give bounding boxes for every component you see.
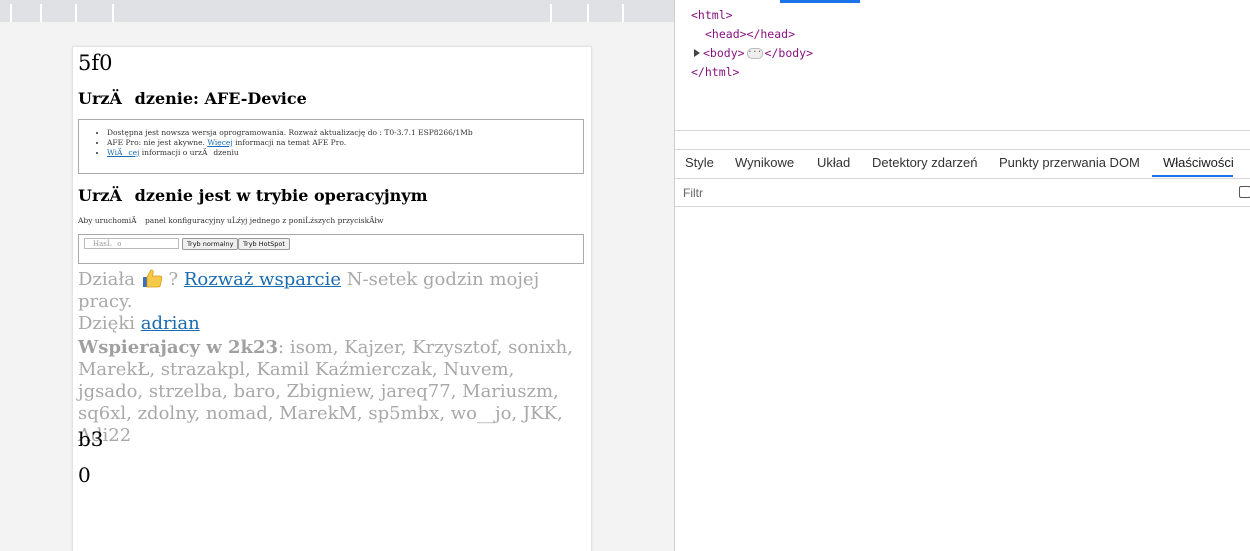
expand-arrow-icon[interactable] [694,49,700,57]
ruler-divider [587,4,589,22]
devtools-panel: <html> <head></head> <body> ··· </body> </… [674,0,1250,551]
support-pre: Działa [78,269,135,290]
device-more-link[interactable]: WiÄcej [107,148,139,157]
tab-style[interactable]: Style [685,155,714,170]
ruler-divider [622,4,624,22]
thumbs-up-icon [142,269,162,288]
dom-node-body[interactable]: <body> ··· </body> [691,44,813,63]
info-box: Dostępna jest nowsza wersja oprogramowan… [78,119,584,174]
dom-node-html[interactable]: <html> [691,6,813,25]
afe-pro-more-link[interactable]: Więcej [207,138,232,147]
active-panel-indicator [780,0,860,3]
thanks-text: Dzięki [78,313,141,334]
hotspot-mode-button[interactable]: Tryb HotSpot [238,238,290,250]
filter-input[interactable]: Filtr [683,186,703,200]
info-update-text: Dostępna jest nowsza wersja oprogramowan… [107,128,473,137]
password-input[interactable]: HasĹo [84,238,179,249]
bottom-text-1: b3 [78,427,104,451]
dom-tree: <html> <head></head> <body> ··· </body> </… [691,6,813,82]
ruler-divider [10,4,12,22]
mode-form: HasĹo Tryb normalny Tryb HotSpot [78,234,584,264]
checkbox-icon[interactable] [1239,186,1250,198]
bottom-text-2: 0 [78,463,91,487]
ruler-divider [75,4,77,22]
list-item: AFE Pro: nie jest akywne. Więcej informa… [107,138,583,148]
mode-heading: UrzÄ dzenie jest w trybie operacyjnym [78,186,428,205]
filter-bar: Filtr [675,179,1250,207]
tab-computed[interactable]: Wynikowe [735,155,794,170]
body-open-tag: <body> [703,46,745,60]
page-viewport: 5f0 UrzÄ dzenie: AFE-Device Dostępna jes… [0,0,674,551]
support-link[interactable]: Rozważ wsparcie [184,269,341,290]
dom-node-html-close[interactable]: </html> [691,63,813,82]
tab-properties[interactable]: Właściwości [1163,155,1234,170]
mode-hint: Aby uruchomiÄ panel konfiguracyjny uĹźy… [78,216,384,225]
list-item: WiÄcej informacji o urzÄ dzeniu [107,148,583,158]
support-mid: ? [168,269,184,290]
tab-layout[interactable]: Układ [817,155,850,170]
support-text: Działa ? Rozważ wsparcie N-setek godzin … [78,268,578,335]
ruler-divider [550,4,552,22]
dom-node-head[interactable]: <head></head> [691,25,813,44]
tab-event-listeners[interactable]: Detektory zdarzeń [872,155,978,170]
info-list: Dostępna jest nowsza wersja oprogramowan… [79,128,583,158]
panel-splitter[interactable] [675,130,1250,150]
author-link[interactable]: adrian [141,313,200,334]
supporters-text: Wspierajacy w 2k23: isom, Kajzer, Krzysz… [78,337,578,447]
normal-mode-button[interactable]: Tryb normalny [182,238,239,250]
tab-dom-breakpoints[interactable]: Punkty przerwania DOM [999,155,1140,170]
info-text: informacji o urzÄ dzeniu [139,148,239,157]
list-item: Dostępna jest nowsza wersja oprogramowan… [107,128,583,138]
device-heading: UrzÄ dzenie: AFE-Device [78,89,307,108]
supporters-label: Wspierajacy w 2k23 [78,337,279,358]
ruler-divider [112,4,114,22]
body-close-tag: </body> [764,46,814,60]
ellipsis-icon[interactable]: ··· [746,48,763,59]
info-text: AFE Pro: nie jest akywne. [107,138,208,147]
top-text: 5f0 [78,51,113,75]
device-page: 5f0 UrzÄ dzenie: AFE-Device Dostępna jes… [72,46,592,551]
info-text: informacji na temat AFE Pro. [232,138,347,147]
top-ruler-bar [0,0,674,22]
active-tab-indicator [1152,175,1233,177]
ruler-divider [40,4,42,22]
